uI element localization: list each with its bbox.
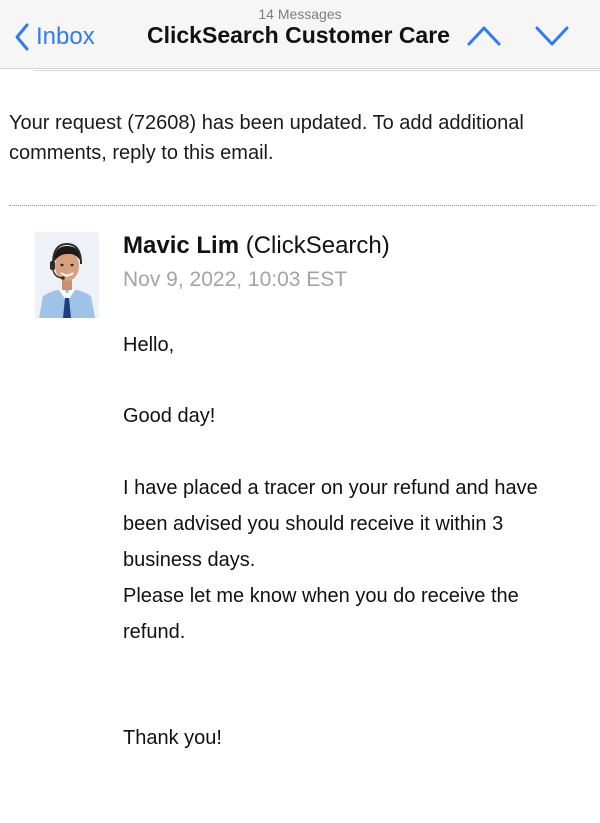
message-timestamp: Nov 9, 2022, 10:03 EST xyxy=(123,268,348,291)
message-count: 14 Messages xyxy=(258,6,342,22)
message-line: been advised you should receive it withi… xyxy=(123,513,504,535)
sender-line: Mavic Lim (ClickSearch) xyxy=(123,232,390,260)
dotted-divider xyxy=(9,205,595,206)
next-message-button[interactable] xyxy=(534,22,570,55)
conversation-title: ClickSearch Customer Care xyxy=(147,22,450,48)
message-greeting: Hello, xyxy=(123,334,175,356)
sender-name: Mavic Lim xyxy=(123,232,240,259)
update-notice: Your request (72608) has been updated. T… xyxy=(9,108,594,168)
message-opening: Good day! xyxy=(123,405,216,427)
message-line: refund. xyxy=(123,621,186,643)
update-notice-line: Your request (72608) has been updated. T… xyxy=(9,112,524,134)
chevron-down-icon xyxy=(534,26,570,54)
message-paragraph: I have placed a tracer on your refund an… xyxy=(123,470,593,650)
update-notice-line: comments, reply to this email. xyxy=(9,142,274,164)
divider xyxy=(34,70,600,71)
sender-organization: (ClickSearch) xyxy=(245,232,390,259)
message-closing: Thank you! xyxy=(123,727,222,749)
previous-message-button[interactable] xyxy=(466,22,502,55)
message-line: business days. xyxy=(123,549,256,571)
message-line: I have placed a tracer on your refund an… xyxy=(123,477,538,499)
chevron-up-icon xyxy=(466,26,502,54)
back-to-inbox-button[interactable]: Inbox xyxy=(14,20,95,54)
navigation-bar: Inbox 14 Messages ClickSearch Customer C… xyxy=(0,0,600,69)
avatar xyxy=(35,232,99,318)
message-line: Please let me know when you do receive t… xyxy=(123,585,519,607)
back-label: Inbox xyxy=(36,23,95,50)
chevron-left-icon xyxy=(14,22,30,52)
